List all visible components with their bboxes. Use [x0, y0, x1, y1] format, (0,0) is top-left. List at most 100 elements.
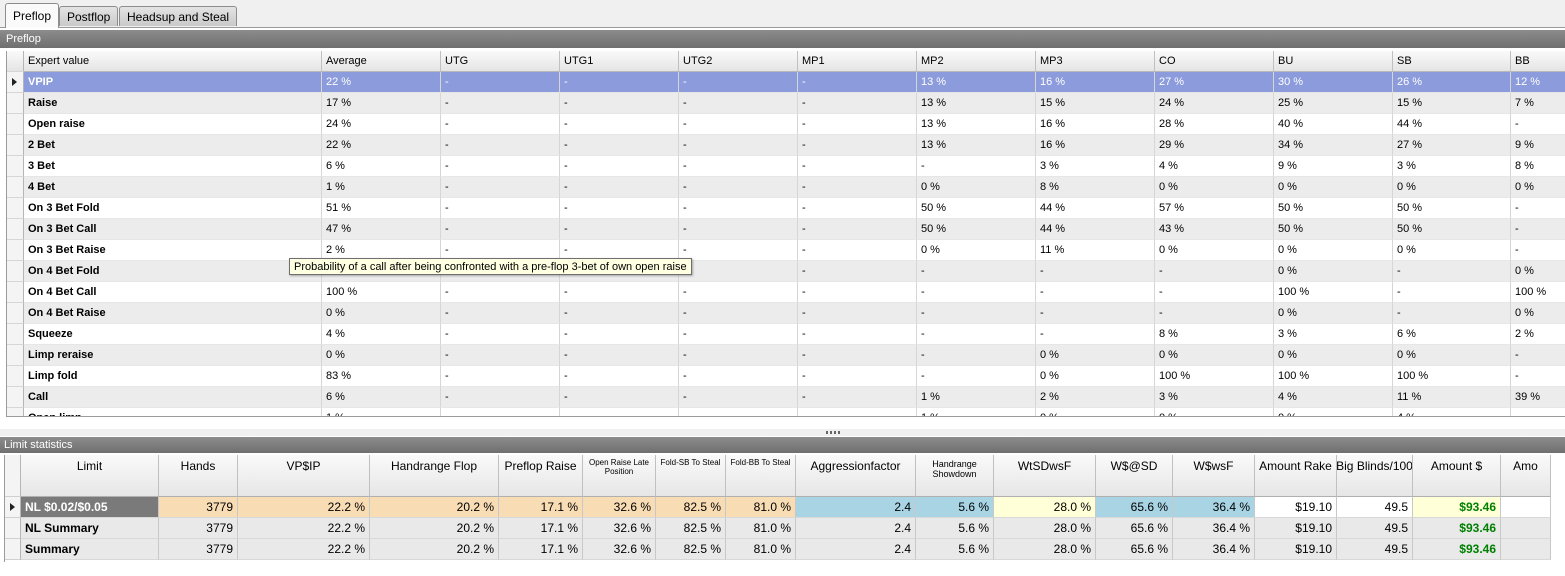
row-indicator[interactable]	[7, 156, 24, 177]
splitter-grip-icon[interactable]	[826, 431, 840, 434]
row-label: 2 Bet	[24, 135, 322, 156]
column-header[interactable]: Limit	[21, 455, 159, 497]
row-indicator[interactable]	[5, 518, 21, 539]
table-cell: 0 %	[1393, 177, 1511, 198]
table-row[interactable]: Limp reraise 0 % - - - - -0 % 0 % 0 % 0 % -	[7, 345, 1565, 366]
table-row[interactable]: 4 Bet 1 % - - - -0 % 8 % 0 % 0 % 0 % 0 %	[7, 177, 1565, 198]
column-header[interactable]: MP3	[1036, 51, 1155, 72]
tab-preflop[interactable]: Preflop	[5, 3, 60, 28]
table-row[interactable]: On 3 Bet Fold 51 % - - - -50 % 44 % 57 % 50 % 50 …	[7, 198, 1565, 219]
table-row[interactable]: Call 6 % - - - -1 % 2 % 3 % 4 % 11 % 39 %	[7, 387, 1565, 408]
column-header[interactable]: UTG	[441, 51, 560, 72]
table-cell: -	[917, 261, 1036, 282]
table-cell: 50 %	[1274, 219, 1393, 240]
table-cell: 100 %	[1393, 366, 1511, 387]
table-row[interactable]: On 4 Bet Raise 0 % - - - - - - -0 % -0 %	[7, 303, 1565, 324]
row-indicator[interactable]	[5, 497, 21, 518]
row-indicator[interactable]	[5, 539, 21, 560]
table-cell: 2.4	[796, 497, 916, 518]
column-header[interactable]: BB	[1511, 51, 1565, 72]
table-row[interactable]: On 4 Bet Call 100 % - - - - - - -100 % -100 %	[7, 282, 1565, 303]
table-cell: 65.6 %	[1096, 539, 1173, 560]
row-indicator[interactable]	[7, 219, 24, 240]
row-indicator[interactable]	[7, 135, 24, 156]
table-row[interactable]: Limp fold 83 % - - - - -0 % 100 % 100 % 100 % -	[7, 366, 1565, 387]
column-header[interactable]: Fold-SB To Steal	[656, 455, 726, 497]
row-indicator[interactable]	[7, 198, 24, 219]
row-indicator[interactable]	[7, 114, 24, 135]
column-header[interactable]: Expert value	[24, 51, 322, 72]
column-header[interactable]: Fold-BB To Steal	[726, 455, 796, 497]
table-row[interactable]: On 4 Bet Fold - - - -0 % -0 %	[7, 261, 1565, 282]
table-row[interactable]: On 3 Bet Call 47 % - - - -50 % 44 % 43 % 50 % 50 …	[7, 219, 1565, 240]
table-cell: -	[679, 156, 798, 177]
column-header[interactable]: MP1	[798, 51, 917, 72]
table-cell	[679, 261, 798, 282]
table-row[interactable]: 2 Bet 22 % - - - -13 % 16 % 29 % 34 % 27 % 9 %	[7, 135, 1565, 156]
row-indicator[interactable]	[7, 324, 24, 345]
column-header[interactable]: Average	[322, 51, 441, 72]
column-header[interactable]: Amount Rake	[1255, 455, 1337, 497]
table-cell: 81.0 %	[726, 497, 796, 518]
table-cell: -	[1511, 198, 1565, 219]
table-row[interactable]: Summary 3779 22.2 % 20.2 % 17.1 % 32.6 % 82.5 …	[5, 539, 1565, 560]
row-indicator[interactable]	[7, 261, 24, 282]
column-header[interactable]: MP2	[917, 51, 1036, 72]
column-header[interactable]: CO	[1155, 51, 1274, 72]
table-cell: 25 %	[1274, 93, 1393, 114]
table-row[interactable]: NL Summary 3779 22.2 % 20.2 % 17.1 % 32.6 % 82…	[5, 518, 1565, 539]
tab-headsup-and-steal[interactable]: Headsup and Steal	[119, 6, 238, 26]
column-header[interactable]: Handrange Showdown	[916, 455, 994, 497]
table-cell: 27 %	[1393, 135, 1511, 156]
row-indicator[interactable]	[7, 72, 24, 93]
table-cell: -	[441, 366, 560, 387]
row-indicator[interactable]	[7, 177, 24, 198]
column-header[interactable]: Preflop Raise	[499, 455, 583, 497]
table-row[interactable]: Raise 17 % - - - -13 % 15 % 24 % 25 % 15 % 7 %	[7, 93, 1565, 114]
table-cell: 50 %	[1274, 198, 1393, 219]
column-header[interactable]: Big Blinds/100	[1337, 455, 1413, 497]
table-cell: 0 %	[1036, 345, 1155, 366]
column-header[interactable]: Open Raise Late Position	[583, 455, 656, 497]
column-header[interactable]: W$wsF	[1173, 455, 1255, 497]
table-cell: -	[560, 135, 679, 156]
table-row[interactable]: 3 Bet 6 % - - - - -3 % 4 % 9 % 3 % 8 %	[7, 156, 1565, 177]
table-cell: 13 %	[917, 114, 1036, 135]
table-cell: 3 %	[1274, 324, 1393, 345]
table-row[interactable]: VPIP 22 % - - - -13 % 16 % 27 % 30 % 26 % 12 %	[7, 72, 1565, 93]
table-row[interactable]: NL $0.02/$0.05 3779 22.2 % 20.2 % 17.1 % 32.6…	[5, 497, 1565, 518]
row-indicator[interactable]	[7, 303, 24, 324]
row-indicator[interactable]	[7, 282, 24, 303]
table-row[interactable]: Open raise 24 % - - - -13 % 16 % 28 % 40 % 44 % -	[7, 114, 1565, 135]
row-indicator[interactable]	[7, 408, 24, 416]
table-cell: 100 %	[1274, 366, 1393, 387]
row-indicator[interactable]	[7, 366, 24, 387]
column-header[interactable]: Aggressionfactor	[796, 455, 916, 497]
column-header[interactable]: Hands	[159, 455, 238, 497]
table-row[interactable]: Open limp1 %----1 %0 %0 %0 %4 %	[7, 408, 1565, 416]
table-row[interactable]: Squeeze 4 % - - - - - -8 % 3 % 6 % 2 %	[7, 324, 1565, 345]
table-row[interactable]: On 3 Bet Raise 2 % - - - -0 % 11 % 0 % 0 % 0 % -	[7, 240, 1565, 261]
table-cell: 0 %	[322, 303, 441, 324]
row-indicator[interactable]	[7, 93, 24, 114]
grid-header-row: Expert value Average UTG UTG1 UTG2 MP1 MP2 MP3 C…	[7, 51, 1565, 72]
table-cell: -	[441, 345, 560, 366]
column-header[interactable]: WtSDwsF	[994, 455, 1096, 497]
table-cell: 34 %	[1274, 135, 1393, 156]
column-header[interactable]: SB	[1393, 51, 1511, 72]
table-cell: 16 %	[1036, 72, 1155, 93]
column-header[interactable]: UTG2	[679, 51, 798, 72]
row-indicator[interactable]	[7, 345, 24, 366]
row-indicator-header	[5, 455, 21, 497]
column-header[interactable]: Amo	[1501, 455, 1551, 497]
tab-postflop[interactable]: Postflop	[59, 6, 119, 26]
column-header[interactable]: VP$IP	[238, 455, 370, 497]
panel-splitter[interactable]	[0, 429, 1565, 436]
row-indicator[interactable]	[7, 387, 24, 408]
column-header[interactable]: Amount $	[1413, 455, 1501, 497]
column-header[interactable]: UTG1	[560, 51, 679, 72]
column-header[interactable]: BU	[1274, 51, 1393, 72]
row-indicator[interactable]	[7, 240, 24, 261]
column-header[interactable]: W$@SD	[1096, 455, 1173, 497]
column-header[interactable]: Handrange Flop	[370, 455, 499, 497]
